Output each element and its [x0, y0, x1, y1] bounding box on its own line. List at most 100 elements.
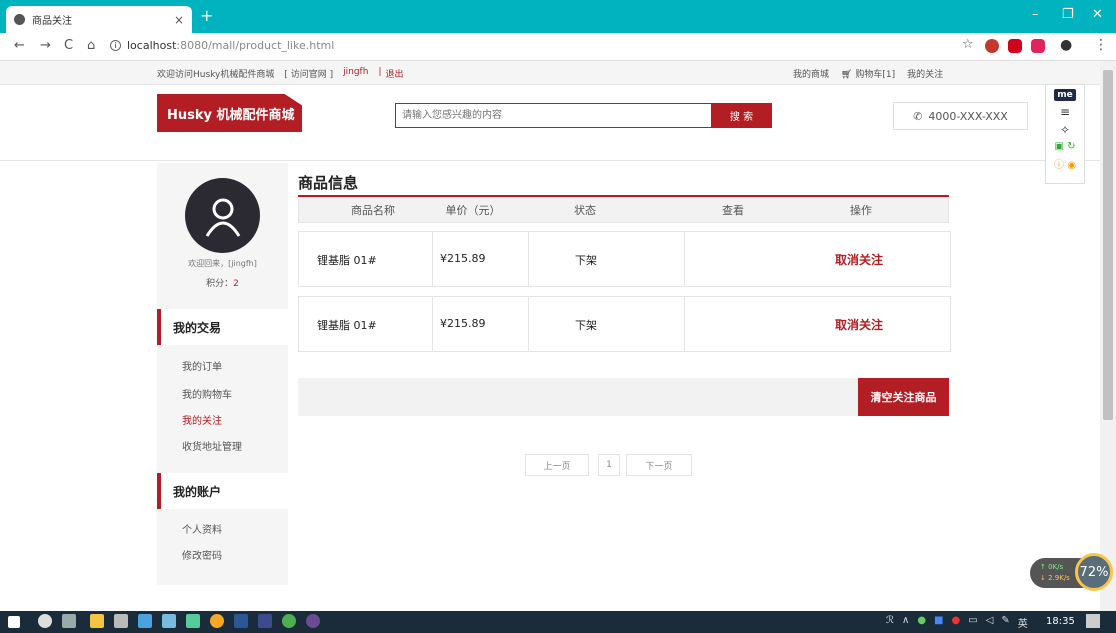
window-minimize-button[interactable]: – — [1032, 7, 1039, 22]
taskbar-app-icon[interactable] — [210, 614, 224, 628]
product-price: ¥215.89 — [440, 317, 486, 330]
site-logo[interactable]: Husky 机械配件商城 — [157, 94, 302, 132]
clock[interactable]: 18:35 — [1046, 616, 1075, 627]
cpu-usage-badge[interactable]: 72% — [1075, 553, 1113, 591]
windows-start-icon[interactable] — [8, 616, 20, 628]
word-icon[interactable] — [234, 614, 248, 628]
forward-icon[interactable]: → — [40, 38, 51, 53]
me-extension-icon[interactable]: me — [1054, 89, 1076, 101]
site-info-icon[interactable]: i — [110, 40, 121, 51]
refresh-icon[interactable]: ▣ ↻ — [1054, 141, 1075, 152]
browser-menu-icon[interactable]: ⋮ — [1094, 37, 1108, 53]
bookmark-star-icon[interactable]: ☆ — [962, 37, 974, 52]
clear-follow-button[interactable]: 清空关注商品 — [858, 378, 949, 416]
notification-icon[interactable] — [1086, 614, 1100, 628]
adblock-extension-icon[interactable] — [985, 39, 999, 53]
cell-divider — [684, 231, 685, 287]
window-close-button[interactable]: ✕ — [1092, 7, 1103, 22]
cart-link[interactable]: 🛒︎ 购物车[1] — [841, 67, 895, 80]
cart-icon: 🛒︎ — [841, 70, 853, 80]
top-links: 我的商城 🛒︎ 购物车[1] 我的关注 — [793, 67, 943, 80]
product-name[interactable]: 锂基脂 01# — [317, 317, 377, 333]
my-follow-link[interactable]: 我的关注 — [907, 67, 943, 80]
new-tab-button[interactable]: + — [200, 6, 213, 25]
task-view-icon[interactable] — [62, 614, 76, 628]
logout-link[interactable]: 退出 — [385, 67, 403, 80]
search-icon[interactable] — [38, 614, 52, 628]
my-mall-link[interactable]: 我的商城 — [793, 67, 829, 80]
section-my-account: 我的账户 — [157, 473, 288, 509]
profile-icon[interactable]: ● — [1060, 37, 1072, 53]
taskbar-app-icon[interactable] — [186, 614, 200, 628]
taskbar-app-icon[interactable] — [138, 614, 152, 628]
cell-divider — [528, 296, 529, 352]
phone-icon: ✆ — [913, 109, 923, 123]
user-icon — [205, 198, 240, 237]
points-label: 积分： — [206, 279, 234, 289]
url-path: :8080/mall/product_like.html — [176, 39, 335, 52]
page-number-button[interactable]: 1 — [598, 454, 620, 476]
ime-indicator[interactable]: 英 — [1018, 615, 1028, 630]
extension-panel: me ≡ ✧ ▣ ↻ ⓘ ◉ — [1045, 84, 1085, 184]
reload-icon[interactable]: C — [64, 38, 73, 53]
magic-wand-icon[interactable]: ✧ — [1060, 123, 1070, 137]
url-field[interactable]: i localhost:8080/mall/product_like.html — [110, 39, 334, 52]
search-input[interactable] — [396, 104, 711, 127]
next-page-button[interactable]: 下一页 — [626, 454, 692, 476]
product-name[interactable]: 锂基脂 01# — [317, 252, 377, 268]
hamburger-icon[interactable]: ≡ — [1060, 105, 1070, 119]
window-maximize-button[interactable]: ❐ — [1062, 7, 1074, 22]
section-my-trade: 我的交易 — [157, 309, 288, 345]
prev-page-button[interactable]: 上一页 — [525, 454, 589, 476]
browser-tab[interactable]: 商品关注 × — [6, 6, 192, 33]
tray-icon[interactable]: ● — [917, 615, 926, 630]
separator: | — [378, 67, 382, 77]
chevron-up-icon[interactable]: ∧ — [902, 615, 909, 630]
video-extension-icon[interactable] — [1008, 39, 1022, 53]
unfollow-button[interactable]: 取消关注 — [835, 251, 883, 268]
people-icon[interactable]: ℛ — [886, 615, 894, 630]
sidebar-item-profile[interactable]: 个人资料 — [182, 521, 222, 536]
column-status: 状态 — [574, 204, 596, 217]
product-status: 下架 — [575, 254, 597, 267]
welcome-user-text: 欢迎回来，[jingfh] — [188, 259, 257, 268]
product-status: 下架 — [575, 319, 597, 332]
me-app-icon[interactable] — [258, 614, 272, 628]
sidebar-item-follow[interactable]: 我的关注 — [182, 412, 222, 427]
sidebar-item-cart[interactable]: 我的购物车 — [182, 386, 232, 401]
home-icon[interactable]: ⌂ — [87, 38, 95, 53]
tray-icon[interactable]: ■ — [934, 615, 943, 630]
tray-icon[interactable]: ● — [952, 615, 961, 630]
battery-icon[interactable]: ▭ — [968, 615, 977, 630]
taskbar-app-icon[interactable] — [306, 614, 320, 628]
sidebar-item-orders[interactable]: 我的订单 — [182, 358, 222, 373]
sidebar-item-address[interactable]: 收货地址管理 — [182, 438, 242, 453]
chrome-icon[interactable] — [282, 614, 296, 628]
volume-icon[interactable]: ◁ — [986, 615, 994, 630]
pen-icon[interactable]: ✎ — [1001, 615, 1009, 630]
tab-close-icon[interactable]: × — [174, 13, 184, 27]
column-name: 商品名称 — [351, 204, 395, 217]
avatar — [185, 178, 260, 253]
back-icon[interactable]: ← — [14, 38, 25, 53]
unfollow-button[interactable]: 取消关注 — [835, 316, 883, 333]
sidebar-item-password[interactable]: 修改密码 — [182, 547, 222, 562]
username-link[interactable]: jingfh — [343, 67, 368, 80]
site-welcome-bar: 欢迎访问Husky机械配件商城 [ 访问官网 ] jingfh | 退出 — [157, 67, 404, 80]
column-price: 单价（元） — [445, 204, 501, 217]
welcome-text: 欢迎访问Husky机械配件商城 — [157, 70, 275, 80]
taskbar-search-app-icon[interactable] — [162, 614, 176, 628]
eye-icon[interactable]: ⓘ ◉ — [1054, 156, 1076, 171]
file-explorer-icon[interactable] — [90, 614, 104, 628]
search-button[interactable]: 搜 索 — [711, 103, 772, 128]
table-footer-bar — [298, 378, 949, 416]
cell-divider — [432, 296, 433, 352]
pdf-extension-icon[interactable] — [1031, 39, 1045, 53]
cell-divider — [528, 231, 529, 287]
scrollbar-thumb[interactable] — [1103, 70, 1113, 420]
page-title: 商品信息 — [298, 174, 359, 192]
taskbar-app-icon[interactable] — [114, 614, 128, 628]
visit-official-link[interactable]: [ 访问官网 ] — [284, 67, 333, 80]
tab-title: 商品关注 — [32, 16, 72, 27]
system-tray: ℛ ∧ ● ■ ● ▭ ◁ ✎ 英 — [886, 615, 1028, 630]
